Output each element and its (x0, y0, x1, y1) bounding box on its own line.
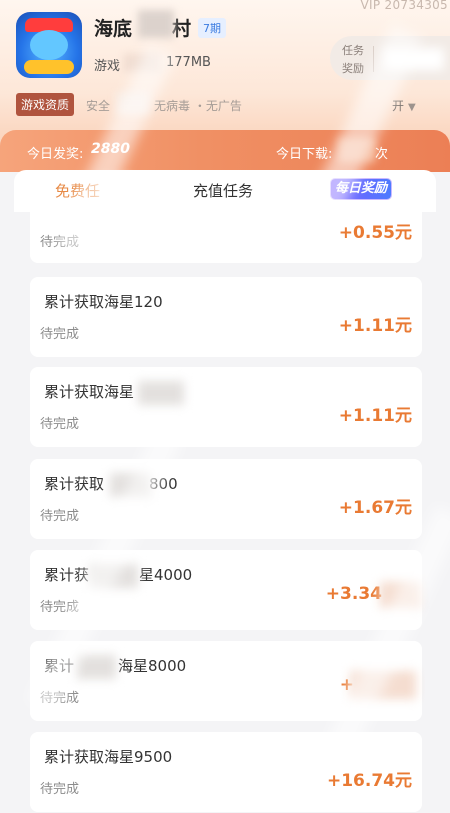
safe-text: 安全 (86, 99, 111, 113)
today-download-unit: 次 (375, 147, 389, 162)
task-status: 待完成 (40, 782, 80, 797)
task-card[interactable]: 累计获取海星 待完成 +1.11元 (30, 367, 422, 447)
task-status: 待完成 (40, 327, 80, 342)
task-card[interactable]: 累计获取海星120 待完成 +1.11元 (30, 277, 422, 357)
redacted-blur (138, 10, 174, 38)
task-amount: +1.11元 (338, 406, 412, 426)
today-download-label: 今日下载: (276, 147, 333, 162)
task-status: 待完成 (40, 417, 80, 432)
vip-id: VIP 20734305 (360, 0, 448, 12)
game-label: 游戏 (94, 59, 121, 74)
task-card[interactable]: 累计获取 800 待完成 +1.67元 (30, 459, 422, 539)
features-text: 无病毒 ・无广告 (154, 99, 242, 113)
task-reward-label-2: 奖励 (342, 62, 364, 75)
game-app-icon[interactable] (16, 12, 82, 78)
period-badge: 7期 (198, 18, 226, 38)
task-card[interactable]: 累计获取海星9500 待完成 +16.74元 (30, 732, 422, 812)
task-status: 待完成 (40, 509, 80, 524)
chevron-down-icon: ▼ (408, 102, 416, 113)
today-payout-label: 今日发奖: (27, 147, 84, 162)
task-title: 累计获取海星9500 (44, 748, 173, 766)
task-amount: +1.67元 (338, 498, 412, 518)
redacted-blur (138, 381, 184, 405)
redacted-blur (76, 655, 116, 679)
task-reward-label-1: 任务 (342, 44, 364, 57)
shark-face-shape (30, 30, 68, 60)
qualification-toggle[interactable]: 开 ▼ (392, 97, 416, 114)
task-amount: +0.55元 (338, 223, 412, 243)
task-title: 累计获取海星 (44, 383, 135, 401)
tab-charge-tasks[interactable]: 充值任务 (193, 180, 253, 201)
task-amount: +1.11元 (338, 316, 412, 336)
task-amount: +16.74元 (326, 771, 412, 791)
gold-coin-shape (24, 60, 74, 74)
task-title: 累计获取海星120 (44, 293, 163, 311)
task-amount: +3.34 (325, 584, 382, 604)
qualification-tag: 游戏资质 (16, 93, 75, 116)
